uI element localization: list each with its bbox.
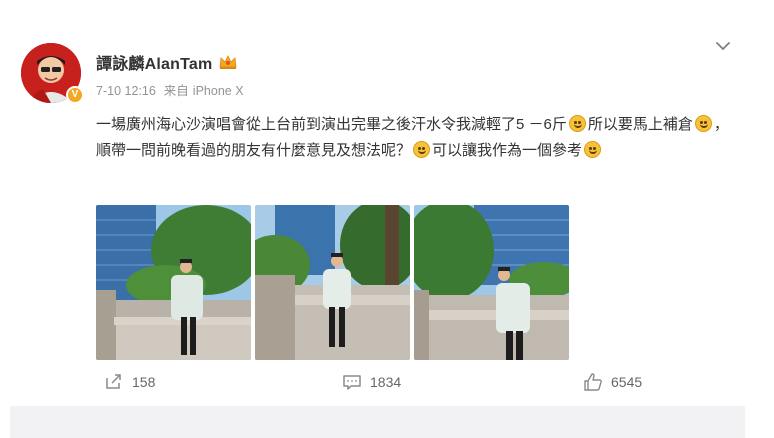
- author-name[interactable]: 譚詠麟AlanTam: [96, 50, 212, 74]
- post-photo[interactable]: [96, 205, 251, 360]
- post-text: 一場廣州海心沙演唱會從上台前到演出完畢之後汗水令我減輕了5 －6斤 所以要馬上補倉…: [96, 112, 736, 164]
- chevron-down-icon[interactable]: [714, 40, 732, 52]
- source-label: 来自: [163, 84, 189, 98]
- post-device: iPhone X: [192, 84, 244, 98]
- action-bar: 158 1834 6545: [0, 372, 774, 396]
- emoji-icon: [694, 115, 712, 132]
- comment-icon: [343, 375, 361, 390]
- repost-button[interactable]: 158: [104, 372, 155, 392]
- like-count: 6545: [611, 374, 643, 390]
- photo-grid: [96, 205, 569, 360]
- emoji-icon: [584, 141, 602, 158]
- verified-badge-icon: V: [66, 86, 84, 104]
- weibo-post-card: V 譚詠麟AlanTam 7-10 12:16 来自 iPhone X 一場廣州海心…: [0, 0, 774, 438]
- post-text-part-1: 一場廣州海心沙演唱會從上台前到演出完畢之後汗水令我減輕了5 －6斤: [96, 116, 567, 133]
- comment-count: 1834: [370, 374, 402, 390]
- emoji-icon: [568, 115, 586, 132]
- like-button[interactable]: 6545: [583, 372, 642, 392]
- repost-icon: [106, 374, 121, 389]
- post-photo[interactable]: [414, 205, 569, 360]
- post-photo[interactable]: [255, 205, 410, 360]
- post-meta: 7-10 12:16 来自 iPhone X: [96, 80, 244, 99]
- post-timestamp[interactable]: 7-10 12:16: [96, 84, 156, 98]
- feed-divider: [10, 406, 745, 438]
- post-text-part-2: 所以要馬上補倉: [587, 116, 693, 133]
- crown-icon: [219, 55, 237, 69]
- author-row: 譚詠麟AlanTam: [96, 50, 238, 74]
- emoji-icon: [413, 141, 431, 158]
- repost-count: 158: [132, 374, 156, 390]
- comment-button[interactable]: 1834: [342, 372, 401, 392]
- post-text-part-4: 可以讓我作為一個參考: [432, 142, 583, 159]
- thumbs-up-icon: [584, 373, 602, 391]
